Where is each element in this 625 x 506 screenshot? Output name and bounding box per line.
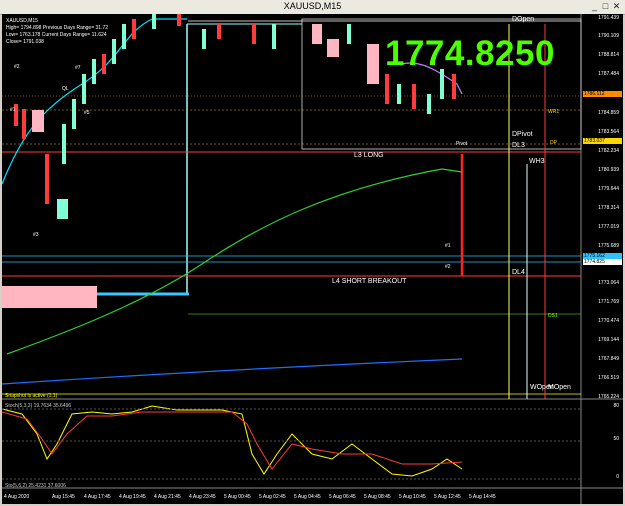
price-tick: 1765.224 — [598, 394, 619, 400]
price-tick: 1766.519 — [598, 375, 619, 381]
signal-2b-label: #2 — [14, 64, 20, 70]
info-close: Close= 1791.038 — [6, 39, 44, 45]
info-high: High= 1794.898 Previous Days Range= 31.7… — [6, 25, 109, 31]
time-tick: 4 Aug 21:45 — [154, 494, 181, 500]
price-tick: 1777.019 — [598, 224, 619, 230]
time-tick: 5 Aug 00:45 — [224, 494, 251, 500]
signal-7-label: #7 — [75, 65, 81, 71]
dl3-label: DL3 — [512, 142, 525, 149]
stoch2-label: Sto(5,6,2) 25.4231 37.6006 — [5, 483, 66, 489]
price-chart-svg — [2, 14, 623, 504]
price-tick: 1778.314 — [598, 205, 619, 211]
minimize-icon[interactable]: _ — [590, 2, 599, 11]
signal-1b-label: #1 — [10, 107, 16, 113]
price-tag-top: 1786.112 — [583, 91, 622, 97]
price-tick: 1783.564 — [598, 129, 619, 135]
price-tick: 1771.769 — [598, 299, 619, 305]
time-axis[interactable]: 4 Aug 2020 Aug 15:45 4 Aug 17:45 4 Aug 1… — [2, 494, 623, 504]
l3-long-label: L3 LONG — [354, 152, 384, 159]
stoch-level-80: 80 — [613, 403, 619, 409]
pivot-label: Pivot — [456, 141, 468, 147]
time-tick: 5 Aug 14:45 — [469, 494, 496, 500]
current-price-display: 1774.8250 — [385, 34, 555, 73]
time-tick: 4 Aug 23:45 — [189, 494, 216, 500]
time-tick: 4 Aug 17:45 — [84, 494, 111, 500]
time-tick: Aug 15:45 — [52, 494, 75, 500]
snapshot-text: Snapshot is active (1,1) — [5, 393, 58, 399]
time-tick: 5 Aug 08:45 — [364, 494, 391, 500]
dpivot-label: DPivot — [512, 131, 533, 138]
signal-5-label: #5 — [84, 110, 90, 116]
signal-1-label: #1 — [445, 243, 451, 249]
price-tick: 1790.109 — [598, 33, 619, 39]
price-tag-current: 1774.825 — [583, 259, 622, 265]
price-tick: 1770.474 — [598, 318, 619, 324]
signal-3-label: #3 — [33, 232, 39, 238]
price-tick: 1787.484 — [598, 71, 619, 77]
price-tick: 1788.814 — [598, 52, 619, 58]
window-title: XAUUSD,M15 — [283, 1, 342, 11]
stoch-label: Stoch(5,3,3) 19.7634 35.6496 — [5, 403, 72, 409]
price-tick: 1773.064 — [598, 280, 619, 286]
price-tick: 1775.689 — [598, 243, 619, 249]
mopen-label: MOpen — [548, 384, 571, 391]
info-panel: XAUUSD,M15 High= 1794.898 Previous Days … — [6, 18, 108, 46]
blue-ma — [2, 358, 463, 385]
wh3-label: WH3 — [529, 158, 545, 165]
price-tick: 1769.144 — [598, 337, 619, 343]
l4-short-label: L4 SHORT BREAKOUT — [332, 278, 407, 285]
pink-zone — [2, 286, 97, 308]
dl4-label: DL4 — [512, 269, 525, 276]
dp-label: DP — [550, 140, 557, 146]
time-tick: 4 Aug 19:45 — [119, 494, 146, 500]
price-tick: 1780.939 — [598, 167, 619, 173]
time-tick: 5 Aug 04:45 — [294, 494, 321, 500]
wr1-label: WR1 — [548, 109, 560, 115]
time-tick: 4 Aug 2020 — [4, 494, 30, 500]
time-tick: 5 Aug 06:45 — [329, 494, 356, 500]
price-tag-mid: 1783.037 — [583, 138, 622, 144]
info-symbol: XAUUSD,M15 — [6, 18, 38, 24]
signal-2-label: #2 — [445, 264, 451, 270]
time-tick: 5 Aug 02:45 — [259, 494, 286, 500]
price-tick: 1767.849 — [598, 356, 619, 362]
price-tick: 1791.439 — [598, 15, 619, 21]
price-tick: 1779.644 — [598, 186, 619, 192]
stoch-level-50: 50 — [613, 436, 619, 442]
info-low: Low= 1763.178 Current Days Range= 11.624 — [6, 32, 107, 38]
ql-label: QL — [62, 86, 69, 92]
chart-area[interactable]: XAUUSD,M15 High= 1794.898 Previous Days … — [2, 14, 623, 504]
window-titlebar: XAUUSD,M15 _ □ ✕ — [0, 0, 625, 15]
price-tick: 1784.859 — [598, 110, 619, 116]
dopen-label: DOpen — [512, 16, 535, 23]
close-icon[interactable]: ✕ — [612, 2, 621, 11]
price-tick: 1782.234 — [598, 148, 619, 154]
ds1-label: DS1 — [548, 313, 558, 319]
maximize-icon[interactable]: □ — [601, 2, 610, 11]
time-tick: 5 Aug 10:45 — [399, 494, 426, 500]
stoch-level-0: 0 — [616, 474, 619, 480]
green-ma — [6, 168, 463, 355]
time-tick: 5 Aug 12:45 — [434, 494, 461, 500]
